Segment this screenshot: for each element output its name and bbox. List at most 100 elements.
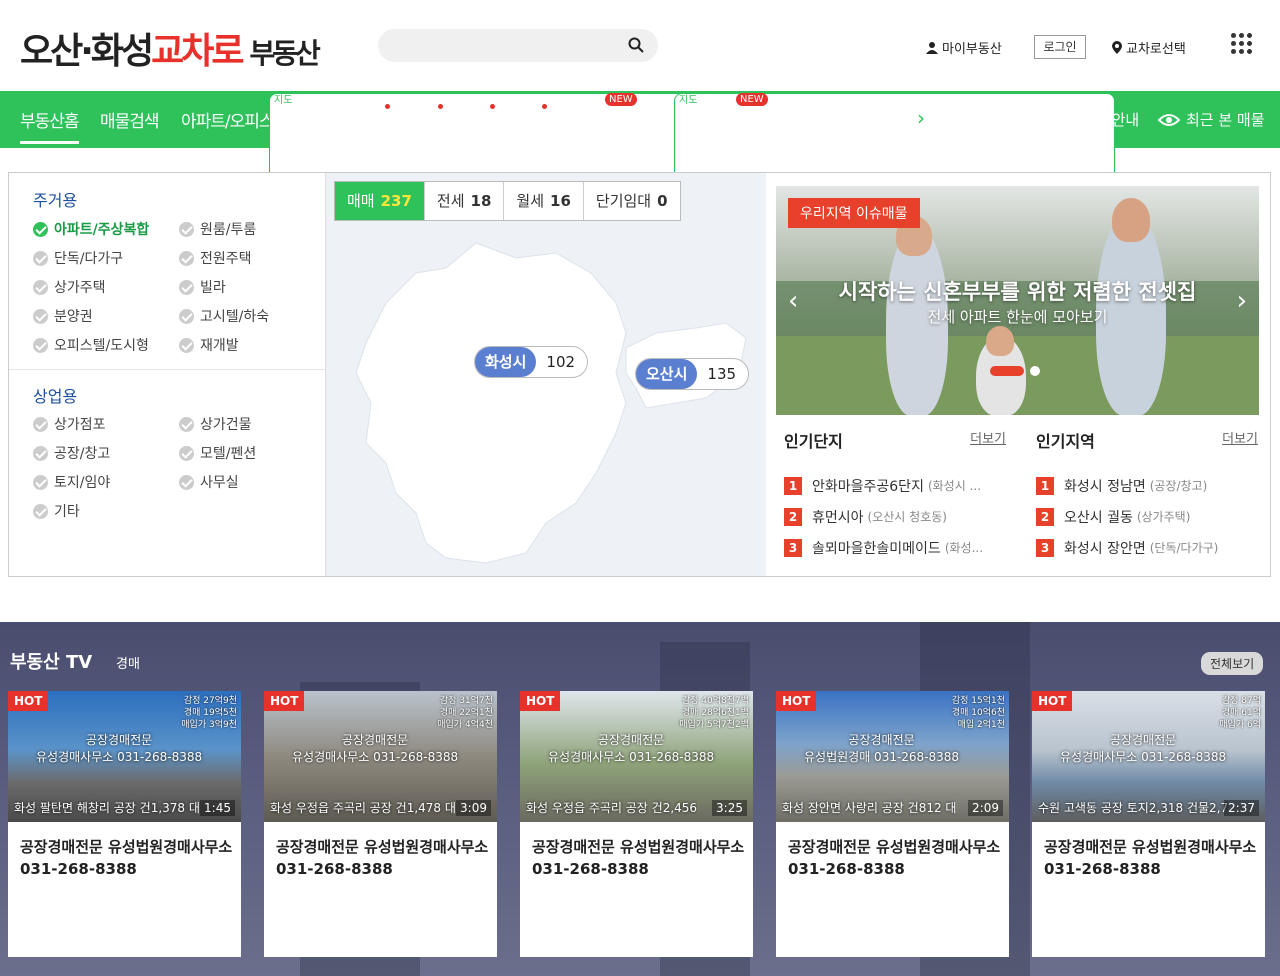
video-thumbnail[interactable]: HOT 감정 15억1천 경매 10억6천 매입 2억1천 공장경매전문 유성법원경매… (776, 691, 1009, 822)
main-nav: 부동산홈 매물검색 지도 아파트/오피스텔 빌라 · 주택 원룸 상가 토지 NE… (0, 91, 1280, 496)
tab-label: 단기임대 (595, 192, 652, 210)
banner-subtitle: 전세 아파트 한눈에 모아보기 (927, 308, 1108, 326)
chevron-left-icon[interactable]: ‹ (788, 286, 798, 316)
tab-short-term[interactable]: 단기임대 0 (584, 182, 680, 220)
category-option[interactable]: 분양권 (33, 306, 93, 326)
category-option[interactable]: 고시텔/하숙 (179, 306, 269, 326)
nav-agency[interactable]: 중개업소 찾기 (782, 107, 875, 132)
video-card[interactable]: HOT 감정 27억9천 경매 19억5천 매입가 3억9천 공장경매전문 유성경매사… (8, 691, 241, 957)
page-dot[interactable] (990, 366, 1024, 376)
city-marker-osan[interactable]: 오산시 135 (635, 358, 750, 390)
tab-sale[interactable]: 매매 237 (335, 182, 425, 220)
view-all-button[interactable]: 전체보기 (1201, 652, 1264, 675)
item-name: 화성시 장안면 (1064, 540, 1146, 557)
video-card[interactable]: HOT 감정 87억 경매 61억 매입가 6억 공장경매전문 유성경매사무소 031… (1032, 691, 1265, 957)
chevron-right-icon: › (917, 106, 925, 130)
city-marker-hwaseong[interactable]: 화성시 102 (474, 346, 589, 378)
list-item[interactable]: 3 솔뫼마을한솔미메이드 (화성... (784, 532, 1014, 563)
login-button[interactable]: 로그인 (1034, 35, 1086, 59)
video-card[interactable]: HOT 감정 40억8천7백 경매 28억6천1백 매입가 5억7천2백 공장경매전… (520, 691, 753, 957)
item-sub: (공장/창고) (1149, 479, 1208, 493)
video-title[interactable]: 공장경매전문 유성법원경매사무소 031-268-8388 (788, 836, 1003, 880)
more-link[interactable]: 더보기 (1222, 428, 1258, 447)
category-option[interactable]: 재개발 (179, 335, 239, 355)
category-option[interactable]: 사무실 (179, 472, 239, 492)
residential-title: 주거용 (33, 191, 78, 210)
my-estate-link[interactable]: 마이부동산 (926, 38, 1002, 57)
category-option[interactable]: 단독/다가구 (33, 248, 123, 268)
region-map[interactable]: 매매 237 전세 18 월세 16 단기임대 0 화성시 102 오산시 135 (325, 173, 766, 576)
nav-shop[interactable]: 상가 (460, 104, 496, 132)
more-link[interactable]: 더보기 (970, 428, 1006, 447)
new-badge: NEW (736, 93, 768, 106)
chevron-right-icon[interactable]: › (1237, 286, 1247, 316)
nav-oneroom[interactable]: 원룸 (408, 104, 444, 132)
nav-next-button[interactable]: › (905, 103, 937, 135)
video-thumbnail[interactable]: HOT 감정 31억7천 경매 22억1천 매입가 4억4천 공장경매전문 유성경매사… (264, 691, 497, 822)
video-title[interactable]: 공장경매전문 유성법원경매사무소 031-268-8388 (1044, 836, 1259, 880)
video-card[interactable]: HOT 감정 15억1천 경매 10억6천 매입 2억1천 공장경매전문 유성법원경매… (776, 691, 1009, 957)
category-option[interactable]: 상가점포 (33, 414, 106, 434)
nav-wanted[interactable]: NEW 구해줘 (716, 93, 768, 132)
page-dot[interactable] (1030, 366, 1040, 376)
video-duration: 2:37 (1224, 800, 1259, 816)
nav-direct-deal[interactable]: 지도 직거래 (650, 93, 1115, 496)
category-option[interactable]: 상가건물 (179, 414, 252, 434)
nav-home[interactable]: 부동산홈 (20, 107, 80, 144)
video-overlay-text: 공장경매전문 유성경매사무소 031-268-8388 (548, 731, 714, 765)
category-option[interactable]: 빌라 (179, 277, 226, 297)
category-option[interactable]: 기타 (33, 501, 80, 521)
tab-jeonse[interactable]: 전세 18 (425, 182, 505, 220)
search-icon[interactable] (628, 37, 644, 53)
video-title[interactable]: 공장경매전문 유성법원경매사무소 031-268-8388 (20, 836, 235, 880)
nav-apartment[interactable]: 지도 아파트/오피스텔 (181, 93, 710, 496)
rank-number: 2 (1036, 507, 1054, 526)
category-option[interactable]: 원룸/투룸 (179, 219, 256, 239)
list-item[interactable]: 3 화성시 장안면 (단독/다가구) (1036, 532, 1266, 563)
promo-banner[interactable]: 우리지역 이슈매물 시작하는 신혼부부를 위한 저렴한 전셋집 전세 아파트 한… (776, 186, 1259, 415)
region-select-link[interactable]: 교차로선택 (1112, 38, 1186, 57)
all-menu-icon[interactable] (1231, 33, 1253, 55)
video-title[interactable]: 공장경매전문 유성법원경매사무소 031-268-8388 (276, 836, 491, 880)
check-icon (33, 503, 48, 519)
site-logo[interactable]: 오산·화성교차로 부동산 (20, 22, 321, 74)
option-label: 단독/다가구 (54, 251, 124, 267)
nav-villa[interactable]: 빌라 · 주택 (312, 104, 390, 132)
video-thumbnail[interactable]: HOT 감정 40억8천7백 경매 28억6천1백 매입가 5억7천2백 공장경매전… (520, 691, 753, 822)
tab-label: 매매 (347, 192, 375, 210)
person-image (986, 326, 1014, 356)
nav-label: 원룸 (408, 112, 438, 132)
category-option[interactable]: 아파트/주상복합 (33, 219, 149, 239)
option-label: 원룸/투룸 (200, 222, 257, 238)
header: 오산·화성교차로 부동산 마이부동산 로그인 교차로선택 (0, 0, 1280, 91)
nav-land[interactable]: 토지 (512, 104, 548, 132)
category-option[interactable]: 공장/창고 (33, 443, 110, 463)
list-item[interactable]: 2 오산시 궐동 (상가주택) (1036, 501, 1266, 532)
search-input[interactable] (378, 29, 658, 62)
list-item[interactable]: 1 화성시 정남면 (공장/창고) (1036, 470, 1266, 501)
register-listing-link[interactable]: 매물등록 (955, 109, 1038, 130)
rank-number: 2 (784, 507, 802, 526)
video-thumbnail[interactable]: HOT 감정 87억 경매 61억 매입가 6억 공장경매전문 유성경매사무소 031… (1032, 691, 1265, 822)
products-link[interactable]: 상품안내 (1056, 109, 1139, 130)
video-title[interactable]: 공장경매전문 유성법원경매사무소 031-268-8388 (532, 836, 747, 880)
video-info: 감정 87억 경매 61억 매입가 6억 (1219, 696, 1261, 730)
city-count: 102 (546, 353, 576, 371)
option-label: 고시텔/하숙 (200, 309, 270, 325)
nav-search[interactable]: 매물검색 (100, 107, 160, 132)
category-option[interactable]: 모텔/펜션 (179, 443, 256, 463)
list-item[interactable]: 2 휴먼시아 (오산시 청호동) (784, 501, 1014, 532)
nav-label: 빌라 · 주택 (312, 112, 385, 132)
category-option[interactable]: 오피스텔/도시형 (33, 335, 149, 355)
video-caption: 화성 장안면 사랑리 공장 건812 대 (782, 801, 957, 815)
list-item[interactable]: 1 안화마을주공6단지 (화성시 ... (784, 470, 1014, 501)
nav-tv[interactable]: NEW 부동산TV (564, 93, 637, 132)
video-card[interactable]: HOT 감정 31억7천 경매 22억1천 매입가 4억4천 공장경매전문 유성경매사… (264, 691, 497, 957)
video-thumbnail[interactable]: HOT 감정 27억9천 경매 19억5천 매입가 3억9천 공장경매전문 유성경매사… (8, 691, 241, 822)
category-option[interactable]: 전원주택 (179, 248, 252, 268)
category-option[interactable]: 토지/임야 (33, 472, 110, 492)
category-option[interactable]: 상가주택 (33, 277, 106, 297)
check-icon (179, 279, 194, 295)
recent-view-link[interactable]: 최근 본 매물 (1158, 109, 1265, 130)
tab-monthly[interactable]: 월세 16 (504, 182, 584, 220)
